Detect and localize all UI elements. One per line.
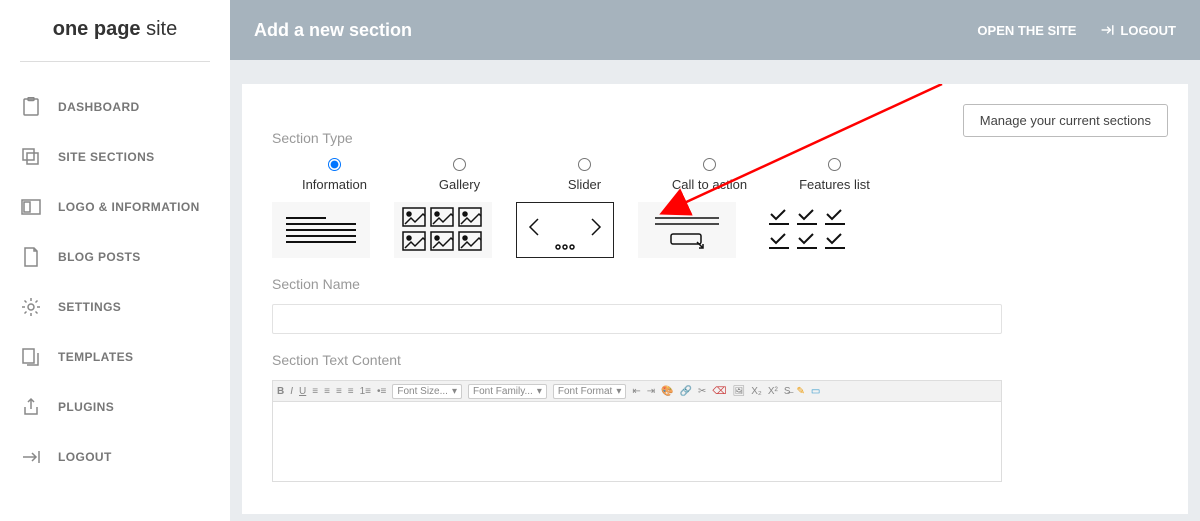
nav-templates[interactable]: TEMPLATES (0, 332, 230, 382)
nav-label: DASHBOARD (58, 100, 140, 114)
list-unordered-button[interactable]: •≡ (377, 386, 386, 397)
align-left-button[interactable]: ≡ (312, 386, 318, 397)
content-wrap: Manage your current sections Section Typ… (230, 60, 1200, 514)
export-icon (20, 396, 42, 418)
logout-icon (20, 446, 42, 468)
nav-blog-posts[interactable]: BLOG POSTS (0, 232, 230, 282)
sidebar-nav: DASHBOARD SITE SECTIONS LOGO & INFORMATI… (0, 82, 230, 482)
nav-label: TEMPLATES (58, 350, 133, 364)
radio-slider[interactable] (578, 158, 591, 171)
nav-settings[interactable]: SETTINGS (0, 282, 230, 332)
square-icon (20, 196, 42, 218)
nav-label: PLUGINS (58, 400, 114, 414)
image-button[interactable]: 🖼 (733, 386, 746, 397)
chevron-down-icon: ▾ (452, 386, 457, 397)
radio-information[interactable] (328, 158, 341, 171)
align-justify-button[interactable]: ≡ (348, 386, 354, 397)
chevron-down-icon: ▾ (537, 386, 542, 397)
sidebar: one page site DASHBOARD SITE SECTIONS LO… (0, 0, 230, 521)
section-name-input[interactable] (272, 304, 1002, 334)
align-center-button[interactable]: ≡ (324, 386, 330, 397)
radio-gallery[interactable] (453, 158, 466, 171)
topbar-actions: OPEN THE SITE LOGOUT (977, 23, 1176, 38)
font-format-select[interactable]: Font Format ▾ (553, 384, 627, 399)
radio-cta[interactable] (703, 158, 716, 171)
bold-button[interactable]: B (277, 386, 284, 397)
section-type-row: Information Gallery Slider Call to actio… (272, 158, 1158, 192)
chevron-down-icon: ▾ (616, 386, 621, 397)
clear-format-button[interactable]: ⌫ (712, 386, 726, 397)
clipboard-icon (20, 96, 42, 118)
topbar: Add a new section OPEN THE SITE LOGOUT (230, 0, 1200, 60)
underline-button[interactable]: U (299, 386, 306, 397)
nav-label: SITE SECTIONS (58, 150, 155, 164)
nav-logout[interactable]: LOGOUT (0, 432, 230, 482)
sup-button[interactable]: X² (768, 386, 778, 397)
list-ordered-button[interactable]: 1≡ (360, 386, 371, 397)
logo-bold: one page (53, 18, 141, 40)
nav-label: LOGO & INFORMATION (58, 200, 200, 214)
type-label: Information (272, 177, 397, 192)
logout-icon (1100, 23, 1116, 37)
main: Add a new section OPEN THE SITE LOGOUT M… (230, 0, 1200, 521)
document-icon (20, 246, 42, 268)
copy-icon (20, 346, 42, 368)
type-label: Call to action (647, 177, 772, 192)
section-text-label: Section Text Content (272, 352, 1158, 368)
type-label: Gallery (397, 177, 522, 192)
nav-site-sections[interactable]: SITE SECTIONS (0, 132, 230, 182)
nav-logo-information[interactable]: LOGO & INFORMATION (0, 182, 230, 232)
fullscreen-button[interactable]: ▭ (811, 386, 820, 397)
gear-icon (20, 296, 42, 318)
type-features-list[interactable]: Features list (772, 158, 897, 192)
card: Manage your current sections Section Typ… (242, 84, 1188, 514)
indent-right-button[interactable]: ⇥ (647, 386, 655, 397)
radio-features[interactable] (828, 158, 841, 171)
nav-label: LOGOUT (58, 450, 112, 464)
unlink-button[interactable]: ✂ (698, 386, 706, 397)
type-call-to-action[interactable]: Call to action (647, 158, 772, 192)
layers-icon (20, 146, 42, 168)
logo: one page site (0, 18, 230, 61)
strike-button[interactable]: S̶ (784, 386, 791, 397)
open-site-link[interactable]: OPEN THE SITE (977, 23, 1076, 38)
logout-link[interactable]: LOGOUT (1100, 23, 1176, 38)
text-color-button[interactable]: 🎨 (661, 386, 673, 397)
nav-plugins[interactable]: PLUGINS (0, 382, 230, 432)
font-size-label: Font Size... (397, 386, 448, 397)
previews-row (272, 202, 1158, 258)
sub-button[interactable]: X₂ (751, 386, 762, 397)
indent-left-button[interactable]: ⇤ (632, 386, 640, 397)
font-family-select[interactable]: Font Family... ▾ (468, 384, 547, 399)
type-information[interactable]: Information (272, 158, 397, 192)
highlight-button[interactable]: ✎ (797, 386, 805, 397)
nav-label: BLOG POSTS (58, 250, 141, 264)
font-format-label: Font Format (558, 386, 612, 397)
editor-textarea[interactable] (272, 402, 1002, 482)
align-right-button[interactable]: ≡ (336, 386, 342, 397)
font-size-select[interactable]: Font Size... ▾ (392, 384, 462, 399)
type-slider[interactable]: Slider (522, 158, 647, 192)
nav-label: SETTINGS (58, 300, 121, 314)
preview-gallery (394, 202, 492, 258)
logo-light: site (141, 18, 178, 40)
section-name-label: Section Name (272, 276, 1158, 292)
type-label: Slider (522, 177, 647, 192)
nav-dashboard[interactable]: DASHBOARD (0, 82, 230, 132)
link-button[interactable]: 🔗 (680, 386, 692, 397)
type-gallery[interactable]: Gallery (397, 158, 522, 192)
divider (20, 61, 210, 62)
manage-sections-button[interactable]: Manage your current sections (963, 104, 1168, 137)
preview-information (272, 202, 370, 258)
preview-features (760, 202, 858, 258)
font-family-label: Font Family... (473, 386, 533, 397)
editor-toolbar: B I U ≡ ≡ ≡ ≡ 1≡ •≡ Font Size... ▾ Font F… (272, 380, 1002, 402)
logout-label: LOGOUT (1120, 23, 1176, 38)
preview-cta (638, 202, 736, 258)
page-title: Add a new section (254, 20, 412, 41)
italic-button[interactable]: I (290, 386, 293, 397)
preview-slider (516, 202, 614, 258)
type-label: Features list (772, 177, 897, 192)
